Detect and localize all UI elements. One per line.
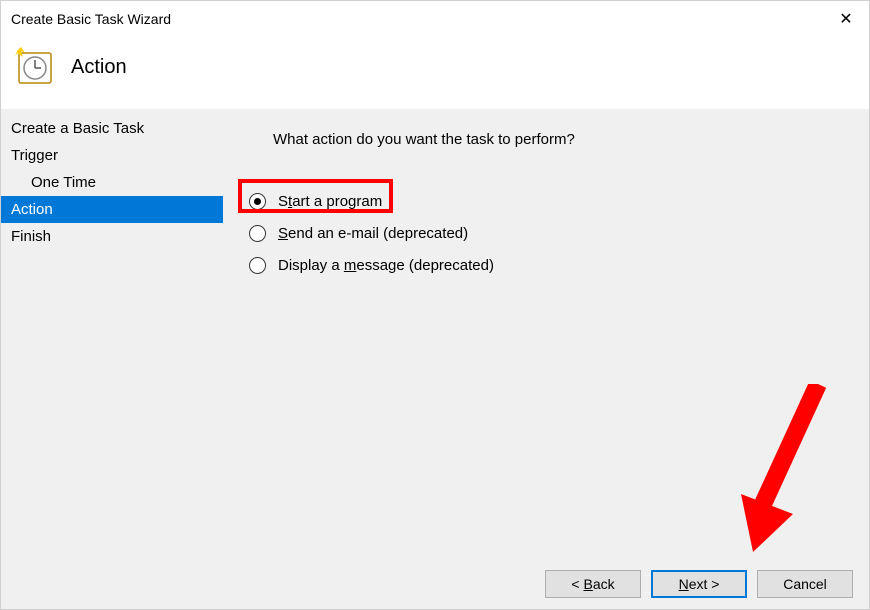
wizard-step-action[interactable]: Action <box>1 196 223 223</box>
wizard-footer: < Back Next > Cancel <box>1 559 869 609</box>
radio-label-start-program: Start a program <box>278 193 382 210</box>
close-button[interactable]: ✕ <box>823 1 869 37</box>
titlebar: Create Basic Task Wizard ✕ <box>1 1 869 37</box>
page-title: Action <box>71 56 127 79</box>
annotation-arrow-icon <box>723 384 833 558</box>
radio-option-start-program[interactable]: Start a program <box>243 185 500 217</box>
wizard-header: Action <box>1 37 869 109</box>
wizard-clock-icon <box>15 47 55 87</box>
radio-option-display-message[interactable]: Display a message (deprecated) <box>243 249 500 281</box>
back-button[interactable]: < Back <box>545 570 641 598</box>
action-prompt: What action do you want the task to perf… <box>273 131 575 148</box>
cancel-button[interactable]: Cancel <box>757 570 853 598</box>
wizard-main-panel: What action do you want the task to perf… <box>223 109 869 559</box>
next-button-label: Next > <box>679 576 720 592</box>
radio-start-program[interactable] <box>249 193 266 210</box>
radio-label-send-email: Send an e-mail (deprecated) <box>278 225 468 242</box>
radio-option-send-email[interactable]: Send an e-mail (deprecated) <box>243 217 500 249</box>
wizard-step-finish[interactable]: Finish <box>1 223 223 250</box>
wizard-step-trigger[interactable]: Trigger <box>1 142 223 169</box>
radio-send-email[interactable] <box>249 225 266 242</box>
window-title: Create Basic Task Wizard <box>11 11 171 27</box>
wizard-step-create-a-basic-task[interactable]: Create a Basic Task <box>1 115 223 142</box>
close-icon: ✕ <box>839 9 852 29</box>
wizard-step-one-time[interactable]: One Time <box>1 169 223 196</box>
next-button[interactable]: Next > <box>651 570 747 598</box>
back-button-label: < Back <box>571 576 614 592</box>
wizard-steps-sidebar: Create a Basic TaskTriggerOne TimeAction… <box>1 109 223 559</box>
radio-label-display-message: Display a message (deprecated) <box>278 257 494 274</box>
action-options: Start a program Send an e-mail (deprecate… <box>243 185 500 281</box>
cancel-button-label: Cancel <box>783 576 827 592</box>
radio-display-message[interactable] <box>249 257 266 274</box>
